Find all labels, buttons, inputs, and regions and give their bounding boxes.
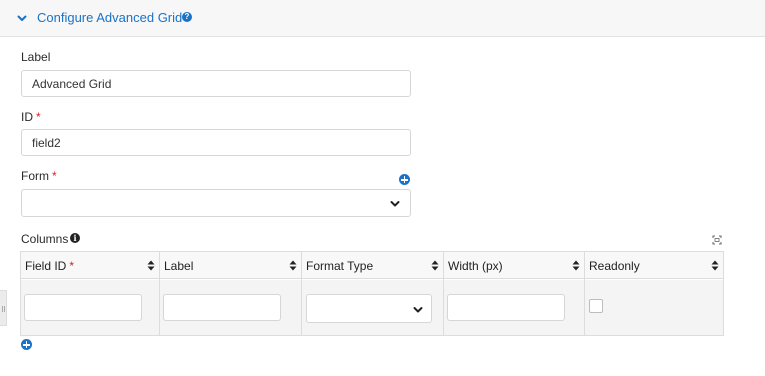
id-input[interactable] (21, 129, 411, 156)
grid-column-label: Label (160, 252, 302, 335)
label-input[interactable] (21, 70, 411, 97)
add-row-icon[interactable] (21, 339, 32, 350)
column-header-text: Readonly (589, 259, 640, 273)
column-header-readonly[interactable]: Readonly (585, 252, 723, 279)
column-header-field-id[interactable]: Field ID * (21, 252, 159, 279)
grid-column-field-id: Field ID * (21, 252, 160, 335)
grid-column-width: Width (px) (444, 252, 585, 335)
columns-grid: Field ID * Label Format Type Width (px) … (20, 251, 724, 336)
grid-column-readonly: Readonly (585, 252, 723, 335)
table-cell (302, 280, 443, 335)
columns-label: Columns (21, 232, 69, 246)
info-circle-icon[interactable]: i (70, 233, 80, 243)
table-cell (160, 280, 301, 335)
table-cell (585, 280, 723, 335)
column-header-text: Width (px) (448, 259, 503, 273)
table-cell (21, 280, 159, 335)
label-cell-input[interactable] (163, 294, 281, 321)
id-field-label: ID * (21, 110, 41, 124)
sort-icon[interactable] (572, 260, 580, 271)
table-cell (444, 280, 584, 335)
panel-title[interactable]: Configure Advanced Grid (37, 10, 182, 25)
form-field-label: Form * (21, 169, 57, 183)
column-header-format-type[interactable]: Format Type (302, 252, 443, 279)
form-select[interactable] (21, 189, 411, 217)
panel-header[interactable]: Configure Advanced Grid ? (0, 0, 765, 37)
sort-icon[interactable] (147, 260, 155, 271)
chevron-down-icon (413, 307, 423, 313)
format-type-select[interactable] (306, 294, 432, 323)
column-header-text: Label (164, 259, 194, 273)
sort-icon[interactable] (431, 260, 439, 271)
question-circle-icon[interactable]: ? (182, 12, 192, 22)
grid-column-format-type: Format Type (302, 252, 444, 335)
field-id-input[interactable] (24, 294, 142, 321)
readonly-checkbox[interactable] (589, 299, 603, 313)
required-mark: * (52, 169, 57, 183)
expand-icon[interactable] (712, 235, 722, 245)
column-header-label: Field ID (25, 259, 67, 273)
grip-icon (2, 306, 5, 312)
column-header-label[interactable]: Label (160, 252, 301, 279)
sort-icon[interactable] (289, 260, 297, 271)
column-header-width[interactable]: Width (px) (444, 252, 584, 279)
sort-icon[interactable] (711, 260, 719, 271)
column-header-text: Format Type (306, 259, 374, 273)
label-field-label: Label (21, 50, 51, 64)
add-form-icon[interactable] (399, 174, 410, 185)
required-mark: * (36, 110, 41, 124)
width-input[interactable] (447, 294, 565, 321)
side-panel-handle[interactable] (0, 290, 7, 326)
chevron-down-icon[interactable] (16, 12, 28, 24)
required-mark: * (69, 259, 75, 273)
chevron-down-icon (390, 201, 400, 207)
